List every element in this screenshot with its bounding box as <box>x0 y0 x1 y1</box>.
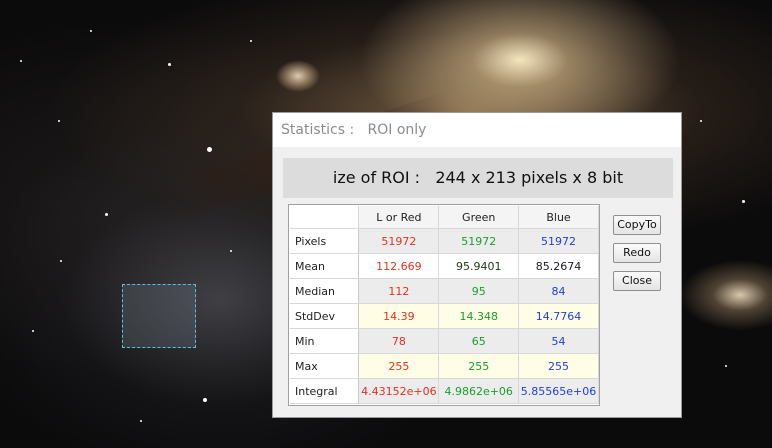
cell-green: 51972 <box>438 228 520 254</box>
row-label: Min <box>290 328 360 354</box>
table-row-integral: Integral 4.43152e+06 4.9862e+06 5.85565e… <box>290 378 599 404</box>
star <box>725 365 727 367</box>
cell-blue: 5.85565e+06 <box>518 378 599 404</box>
row-label: Median <box>290 278 360 304</box>
cell-green: 14.348 <box>438 303 520 329</box>
star <box>700 120 702 122</box>
column-header-blue[interactable]: Blue <box>518 206 599 229</box>
cell-green: 4.9862e+06 <box>438 378 520 404</box>
row-label: Pixels <box>290 228 360 254</box>
cell-blue: 51972 <box>518 228 599 254</box>
star <box>140 420 142 422</box>
row-label: Integral <box>290 378 360 404</box>
star <box>90 30 92 32</box>
cell-red: 255 <box>358 353 440 379</box>
table-row-median: Median 112 95 84 <box>290 278 599 304</box>
table-row-min: Min 78 65 54 <box>290 328 599 354</box>
star <box>20 60 22 62</box>
table-header-row: L or Red Green Blue <box>290 206 599 229</box>
cell-red: 14.39 <box>358 303 440 329</box>
star <box>168 63 171 66</box>
dialog-title: Statistics : ROI only <box>273 113 681 147</box>
cell-red: 78 <box>358 328 440 354</box>
table-row-pixels: Pixels 51972 51972 51972 <box>290 228 599 254</box>
cell-green: 255 <box>438 353 520 379</box>
roi-size-label: ize of ROI : 244 x 213 pixels x 8 bit <box>283 158 673 198</box>
star <box>250 40 252 42</box>
row-label: Mean <box>290 253 360 279</box>
redo-button[interactable]: Redo <box>613 243 661 263</box>
cell-blue: 14.7764 <box>518 303 599 329</box>
star <box>32 330 34 332</box>
cell-red: 51972 <box>358 228 440 254</box>
column-header-red[interactable]: L or Red <box>358 206 440 229</box>
cell-blue: 85.2674 <box>518 253 599 279</box>
cell-green: 65 <box>438 328 520 354</box>
table-row-stddev: StdDev 14.39 14.348 14.7764 <box>290 303 599 329</box>
star <box>742 200 745 203</box>
cell-red: 4.43152e+06 <box>358 378 440 404</box>
table-row-mean: Mean 112.669 95.9401 85.2674 <box>290 253 599 279</box>
cell-red: 112.669 <box>358 253 440 279</box>
copy-to-button[interactable]: CopyTo <box>613 215 661 235</box>
cell-green: 95 <box>438 278 520 304</box>
roi-selection-rectangle[interactable] <box>122 284 196 348</box>
star <box>60 260 62 262</box>
table-row-max: Max 255 255 255 <box>290 353 599 379</box>
cell-blue: 84 <box>518 278 599 304</box>
statistics-table: L or Red Green Blue Pixels 51972 51972 5… <box>288 204 600 406</box>
cell-green: 95.9401 <box>438 253 520 279</box>
statistics-dialog: Statistics : ROI only ize of ROI : 244 x… <box>272 112 682 418</box>
cell-blue: 54 <box>518 328 599 354</box>
table-corner <box>290 206 360 229</box>
close-button[interactable]: Close <box>613 271 661 291</box>
star <box>58 120 60 122</box>
star <box>203 398 207 402</box>
row-label: Max <box>290 353 360 379</box>
star <box>105 213 108 216</box>
cell-red: 112 <box>358 278 440 304</box>
column-header-green[interactable]: Green <box>438 206 520 229</box>
cell-blue: 255 <box>518 353 599 379</box>
row-label: StdDev <box>290 303 360 329</box>
star <box>207 147 212 152</box>
star <box>230 250 232 252</box>
